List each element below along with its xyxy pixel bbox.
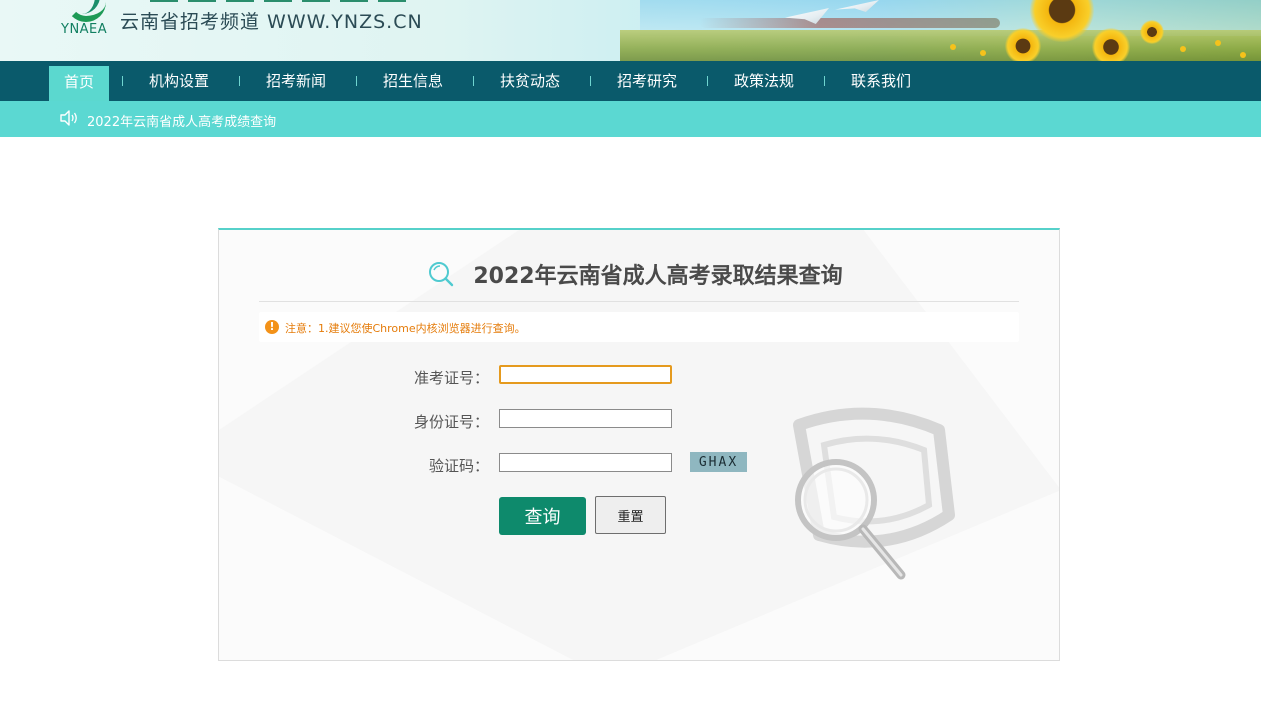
nav-separator (590, 76, 591, 86)
warning-icon: ! (265, 320, 279, 334)
nav-separator (473, 76, 474, 86)
nav-item-organization[interactable]: 机构设置 (149, 61, 209, 101)
nav-separator (356, 76, 357, 86)
nav-separator (239, 76, 240, 86)
flower-dot (1240, 52, 1246, 58)
page-title: 2022年云南省成人高考录取结果查询 (473, 264, 843, 289)
notice-bar: ! 注意：1.建议您使Chrome内核浏览器进行查询。 (259, 312, 1019, 342)
magnifier-illustration-icon (793, 407, 955, 580)
exam-number-input[interactable] (499, 365, 672, 384)
flower-dot (1180, 46, 1186, 52)
nav-separator (824, 76, 825, 86)
query-button[interactable]: 查询 (499, 497, 586, 535)
nav-item-home[interactable]: 首页 (49, 66, 110, 101)
logo-text[interactable]: YNAEA (61, 22, 107, 37)
sunflower-icon (1092, 28, 1130, 61)
query-panel: 2022年云南省成人高考录取结果查询 ! 注意：1.建议您使Chrome内核浏览… (218, 228, 1060, 661)
speaker-icon (60, 110, 77, 126)
captcha-label: 验证码： (428, 457, 489, 475)
reset-button[interactable]: 重置 (595, 496, 666, 534)
site-logo-title-graphic (150, 0, 410, 2)
sunflower-icon (1005, 28, 1041, 61)
notice-text: 注意：1.建议您使Chrome内核浏览器进行查询。 (285, 322, 526, 335)
title-divider (259, 301, 1019, 302)
nav-separator (122, 76, 123, 86)
nav-item-exam-research[interactable]: 招考研究 (617, 61, 677, 101)
id-number-input[interactable] (499, 409, 672, 428)
site-title[interactable]: 云南省招考频道 WWW.YNZS.CN (120, 7, 423, 34)
ticker-link[interactable]: 2022年云南省成人高考成绩查询 (87, 111, 276, 130)
id-number-label: 身份证号： (413, 413, 489, 431)
flower-dot (950, 44, 956, 50)
nav-item-policies[interactable]: 政策法规 (734, 61, 794, 101)
exam-number-label: 准考证号： (413, 369, 489, 387)
flower-dot (1215, 40, 1221, 46)
flower-dot (980, 50, 986, 56)
announcement-ticker: 2022年云南省成人高考成绩查询 (0, 101, 1261, 137)
nav-item-contact[interactable]: 联系我们 (851, 61, 911, 101)
banner-horizon (700, 18, 1000, 28)
nav-separator (707, 76, 708, 86)
banner-sunflower-field (620, 30, 1261, 61)
main-nav: 首页 机构设置 招考新闻 招生信息 扶贫动态 招考研究 政策法规 联系我们 (0, 61, 1261, 101)
nav-item-poverty-news[interactable]: 扶贫动态 (500, 61, 560, 101)
header-banner: YNAEA 云南省招考频道 WWW.YNZS.CN (0, 0, 1261, 61)
captcha-input[interactable] (499, 453, 672, 472)
captcha-image[interactable]: GHAX (690, 452, 747, 472)
nav-item-enrollment-info[interactable]: 招生信息 (383, 61, 443, 101)
sunflower-icon (1140, 20, 1164, 44)
nav-item-exam-news[interactable]: 招考新闻 (266, 61, 326, 101)
